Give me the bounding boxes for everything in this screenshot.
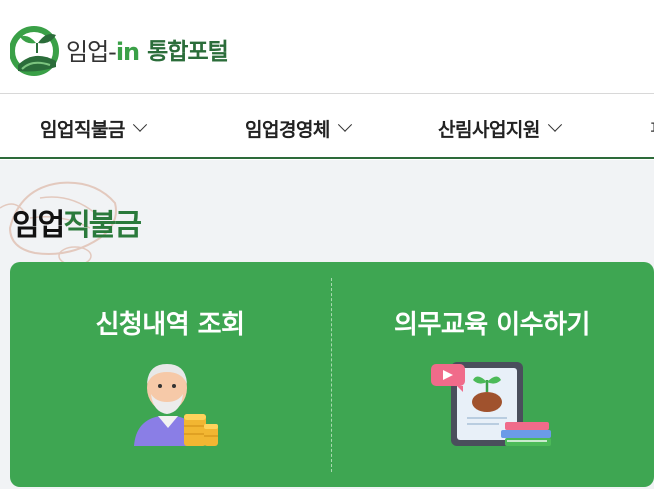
nav-item-label: 임업경영체 <box>245 119 330 141</box>
service-card: 신청내역 조회 의무교육 이수하기 <box>10 262 654 487</box>
chevron-down-icon <box>337 117 352 132</box>
nav-item-forestry-payment[interactable]: 임업직불금 <box>40 115 147 142</box>
nav-item-truncated[interactable]: ㅍ <box>648 113 654 140</box>
hero-section: 임업직불금 신청내역 조회 의무교육 이수하기 <box>0 160 654 489</box>
nav-item-forest-project-support[interactable]: 산림사업지원 <box>438 115 562 142</box>
site-logo[interactable]: 임업-in 통합포털 <box>10 21 229 77</box>
main-nav: 임업직불금 임업경영체 산림사업지원 ㅍ <box>0 95 654 159</box>
logo-leaf-icon <box>10 26 59 76</box>
logo-subtitle: 통합포털 <box>147 39 229 65</box>
chevron-down-icon <box>132 117 147 132</box>
site-header: 임업-in 통합포털 <box>0 0 654 94</box>
logo-title: 임업-in <box>66 37 140 66</box>
nav-item-label: 산림사업지원 <box>438 119 540 141</box>
chevron-down-icon <box>547 117 562 132</box>
nav-item-forestry-business[interactable]: 임업경영체 <box>245 115 352 142</box>
card-label: 신청내역 조회 <box>95 310 245 340</box>
page-title: 임업직불금 <box>12 208 142 243</box>
elderly-man-coins-icon <box>134 364 218 446</box>
mandatory-education-button[interactable]: 의무교육 이수하기 <box>332 262 652 487</box>
card-label: 의무교육 이수하기 <box>394 310 590 340</box>
tablet-video-education-icon <box>431 362 551 446</box>
nav-item-label: 임업직불금 <box>40 119 125 141</box>
application-history-button[interactable]: 신청내역 조회 <box>10 262 330 487</box>
